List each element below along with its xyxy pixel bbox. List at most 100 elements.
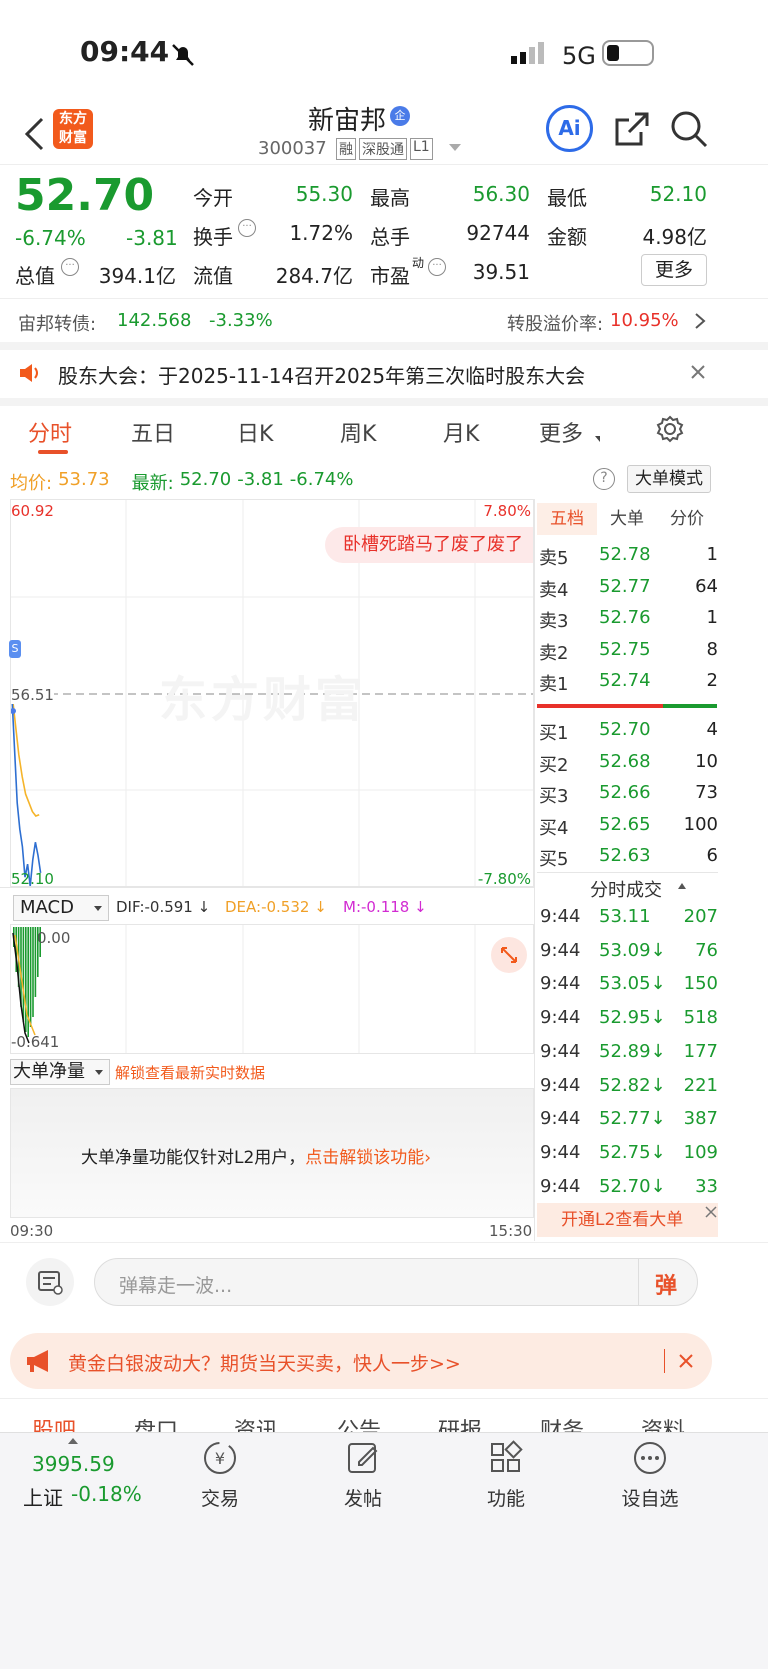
tab-more[interactable]: 更多 bbox=[539, 416, 583, 448]
macd-selector[interactable]: MACD bbox=[13, 895, 109, 921]
sell-row[interactable]: 卖2 52.75 8 bbox=[537, 637, 718, 665]
index-info[interactable]: 上证 -0.18% bbox=[23, 1482, 142, 1511]
tick-time: 9:44 bbox=[540, 1007, 581, 1029]
price-pct: -6.74% bbox=[15, 226, 86, 250]
tick-row: 9:44 52.70↓ 33 bbox=[537, 1176, 718, 1204]
expand-icon[interactable] bbox=[491, 937, 527, 973]
buy-row[interactable]: 买2 52.68 10 bbox=[537, 749, 718, 777]
buy-price: 52.66 bbox=[599, 782, 651, 803]
tick-time: 9:44 bbox=[540, 1040, 581, 1062]
signal-icon bbox=[511, 42, 547, 70]
price-chart-area[interactable]: 东方财富 60.92 7.80% 56.51 52.10 -7.80% S 卧槽… bbox=[9, 499, 534, 888]
nav-trade[interactable]: ¥ 交易 bbox=[190, 1440, 250, 1511]
triangle-down-icon bbox=[595, 436, 600, 442]
search-icon[interactable] bbox=[670, 110, 708, 152]
tick-volume: 518 bbox=[683, 1007, 718, 1029]
note-icon[interactable] bbox=[26, 1258, 74, 1306]
grid-icon bbox=[491, 1440, 523, 1472]
ticks-title[interactable]: 分时成交 bbox=[590, 876, 662, 902]
turnover-value: 1.72% bbox=[289, 221, 353, 245]
unlock-hint[interactable]: 解锁查看最新实时数据 bbox=[115, 1062, 265, 1083]
tab-profile[interactable]: 资料 bbox=[641, 1413, 685, 1432]
chevron-down-icon[interactable] bbox=[449, 144, 461, 151]
market-cap-label: 总值 bbox=[15, 264, 55, 288]
tick-time: 9:44 bbox=[540, 906, 581, 927]
bigorder-panel: 大单净量功能仅针对L2用户，点击解锁该功能› bbox=[10, 1088, 534, 1218]
tab-research[interactable]: 研报 bbox=[438, 1413, 482, 1432]
tab-day-k[interactable]: 日K bbox=[237, 416, 273, 448]
nav-functions[interactable]: 功能 bbox=[476, 1440, 536, 1511]
unlock-link[interactable]: 点击解锁该功能› bbox=[305, 1148, 431, 1168]
info-icon[interactable]: ··· bbox=[428, 258, 446, 276]
notice-text[interactable]: 股东大会：于2025-11-14召开2025年第三次临时股东大会 bbox=[58, 360, 585, 389]
danmu-send-button[interactable]: 弹 bbox=[655, 1268, 677, 1300]
time-start: 09:30 bbox=[10, 1222, 54, 1240]
sell-row[interactable]: 卖4 52.77 64 bbox=[537, 574, 718, 602]
tick-volume: 221 bbox=[683, 1074, 718, 1096]
l2-banner[interactable]: 开通L2查看大单 bbox=[537, 1203, 718, 1237]
bond-name[interactable]: 宙邦转债: bbox=[18, 310, 96, 336]
buy-volume: 10 bbox=[695, 750, 718, 772]
book-tab-price[interactable]: 分价 bbox=[657, 503, 717, 535]
info-icon[interactable]: ··· bbox=[238, 219, 256, 237]
macd-m: M:-0.118 ↓ bbox=[343, 898, 427, 916]
nav-post[interactable]: 发帖 bbox=[333, 1440, 393, 1511]
back-icon[interactable] bbox=[22, 115, 46, 157]
tab-month-k[interactable]: 月K bbox=[443, 416, 479, 448]
buy-row[interactable]: 买3 52.66 73 bbox=[537, 780, 718, 808]
buy-row[interactable]: 买4 52.65 100 bbox=[537, 812, 718, 840]
tick-price: 52.70↓ bbox=[599, 1175, 666, 1197]
help-icon[interactable]: ? bbox=[593, 468, 615, 490]
amount-value: 4.98亿 bbox=[642, 225, 707, 249]
tick-volume: 33 bbox=[695, 1175, 718, 1197]
tab-announce[interactable]: 公告 bbox=[337, 1413, 381, 1432]
buy-row[interactable]: 买5 52.63 6 bbox=[537, 843, 718, 871]
close-icon[interactable] bbox=[690, 364, 706, 384]
buy-row[interactable]: 买1 52.70 4 bbox=[537, 717, 718, 745]
sell-price: 52.78 bbox=[599, 544, 651, 565]
tick-price: 53.09↓ bbox=[599, 939, 666, 961]
sell-row[interactable]: 卖1 52.74 2 bbox=[537, 668, 718, 696]
bond-pct: -3.33% bbox=[209, 310, 273, 331]
book-tab-five[interactable]: 五档 bbox=[537, 503, 597, 535]
bottom-tabs[interactable]: 股吧 盘口 资讯 公告 研报 财务 资料 bbox=[0, 1410, 768, 1432]
index-value[interactable]: 3995.59 bbox=[32, 1452, 115, 1476]
big-order-mode-button[interactable]: 大单模式 bbox=[627, 465, 711, 493]
tab-timeshare[interactable]: 分时 bbox=[28, 416, 72, 448]
more-circle-icon bbox=[634, 1442, 666, 1474]
tick-time: 9:44 bbox=[540, 939, 581, 961]
nav-add-watchlist[interactable]: 设自选 bbox=[615, 1440, 685, 1511]
sell-row[interactable]: 卖3 52.76 1 bbox=[537, 605, 718, 633]
sell-volume: 64 bbox=[695, 575, 718, 597]
float-cap-value: 284.7亿 bbox=[275, 264, 353, 288]
tick-row: 9:44 52.75↓ 109 bbox=[537, 1142, 718, 1170]
danmu-bubble: 卧槽死踏马了废了废了 bbox=[325, 527, 533, 563]
market-cap-value: 394.1亿 bbox=[98, 264, 176, 288]
share-icon[interactable] bbox=[613, 110, 651, 152]
chevron-right-icon[interactable] bbox=[694, 312, 706, 334]
bigorder-selector[interactable]: 大单净量 bbox=[10, 1059, 110, 1085]
tab-guba[interactable]: 股吧 bbox=[32, 1413, 76, 1432]
book-tab-bigorder[interactable]: 大单 bbox=[597, 503, 657, 535]
ai-button[interactable]: Ai bbox=[546, 105, 593, 152]
tab-five-day[interactable]: 五日 bbox=[131, 416, 175, 448]
ad-banner[interactable]: 黄金白银波动大？期货当天买卖，快人一步>> bbox=[10, 1333, 712, 1389]
danmu-input[interactable]: 弹幕走一波... 弹 bbox=[94, 1258, 698, 1306]
tag-connect: 深股通 bbox=[359, 138, 407, 160]
open-value: 55.30 bbox=[295, 182, 353, 206]
macd-chart[interactable]: 0.00 -0.641 bbox=[10, 924, 534, 1054]
buy-label: 买5 bbox=[539, 849, 569, 870]
tab-week-k[interactable]: 周K bbox=[340, 416, 376, 448]
tab-pankou[interactable]: 盘口 bbox=[134, 1413, 178, 1432]
settings-icon[interactable] bbox=[656, 415, 684, 447]
tag-margin: 融 bbox=[336, 138, 356, 160]
signal-marker[interactable]: S bbox=[9, 640, 21, 658]
info-icon[interactable]: ··· bbox=[61, 258, 79, 276]
tab-finance[interactable]: 财务 bbox=[540, 1413, 584, 1432]
more-button[interactable]: 更多 bbox=[641, 254, 707, 286]
close-icon[interactable] bbox=[704, 1204, 718, 1223]
avg-price-line bbox=[11, 693, 40, 817]
tab-news[interactable]: 资讯 bbox=[234, 1413, 278, 1432]
tick-row: 9:44 53.11 207 bbox=[537, 906, 718, 934]
sell-row[interactable]: 卖5 52.78 1 bbox=[537, 542, 718, 570]
